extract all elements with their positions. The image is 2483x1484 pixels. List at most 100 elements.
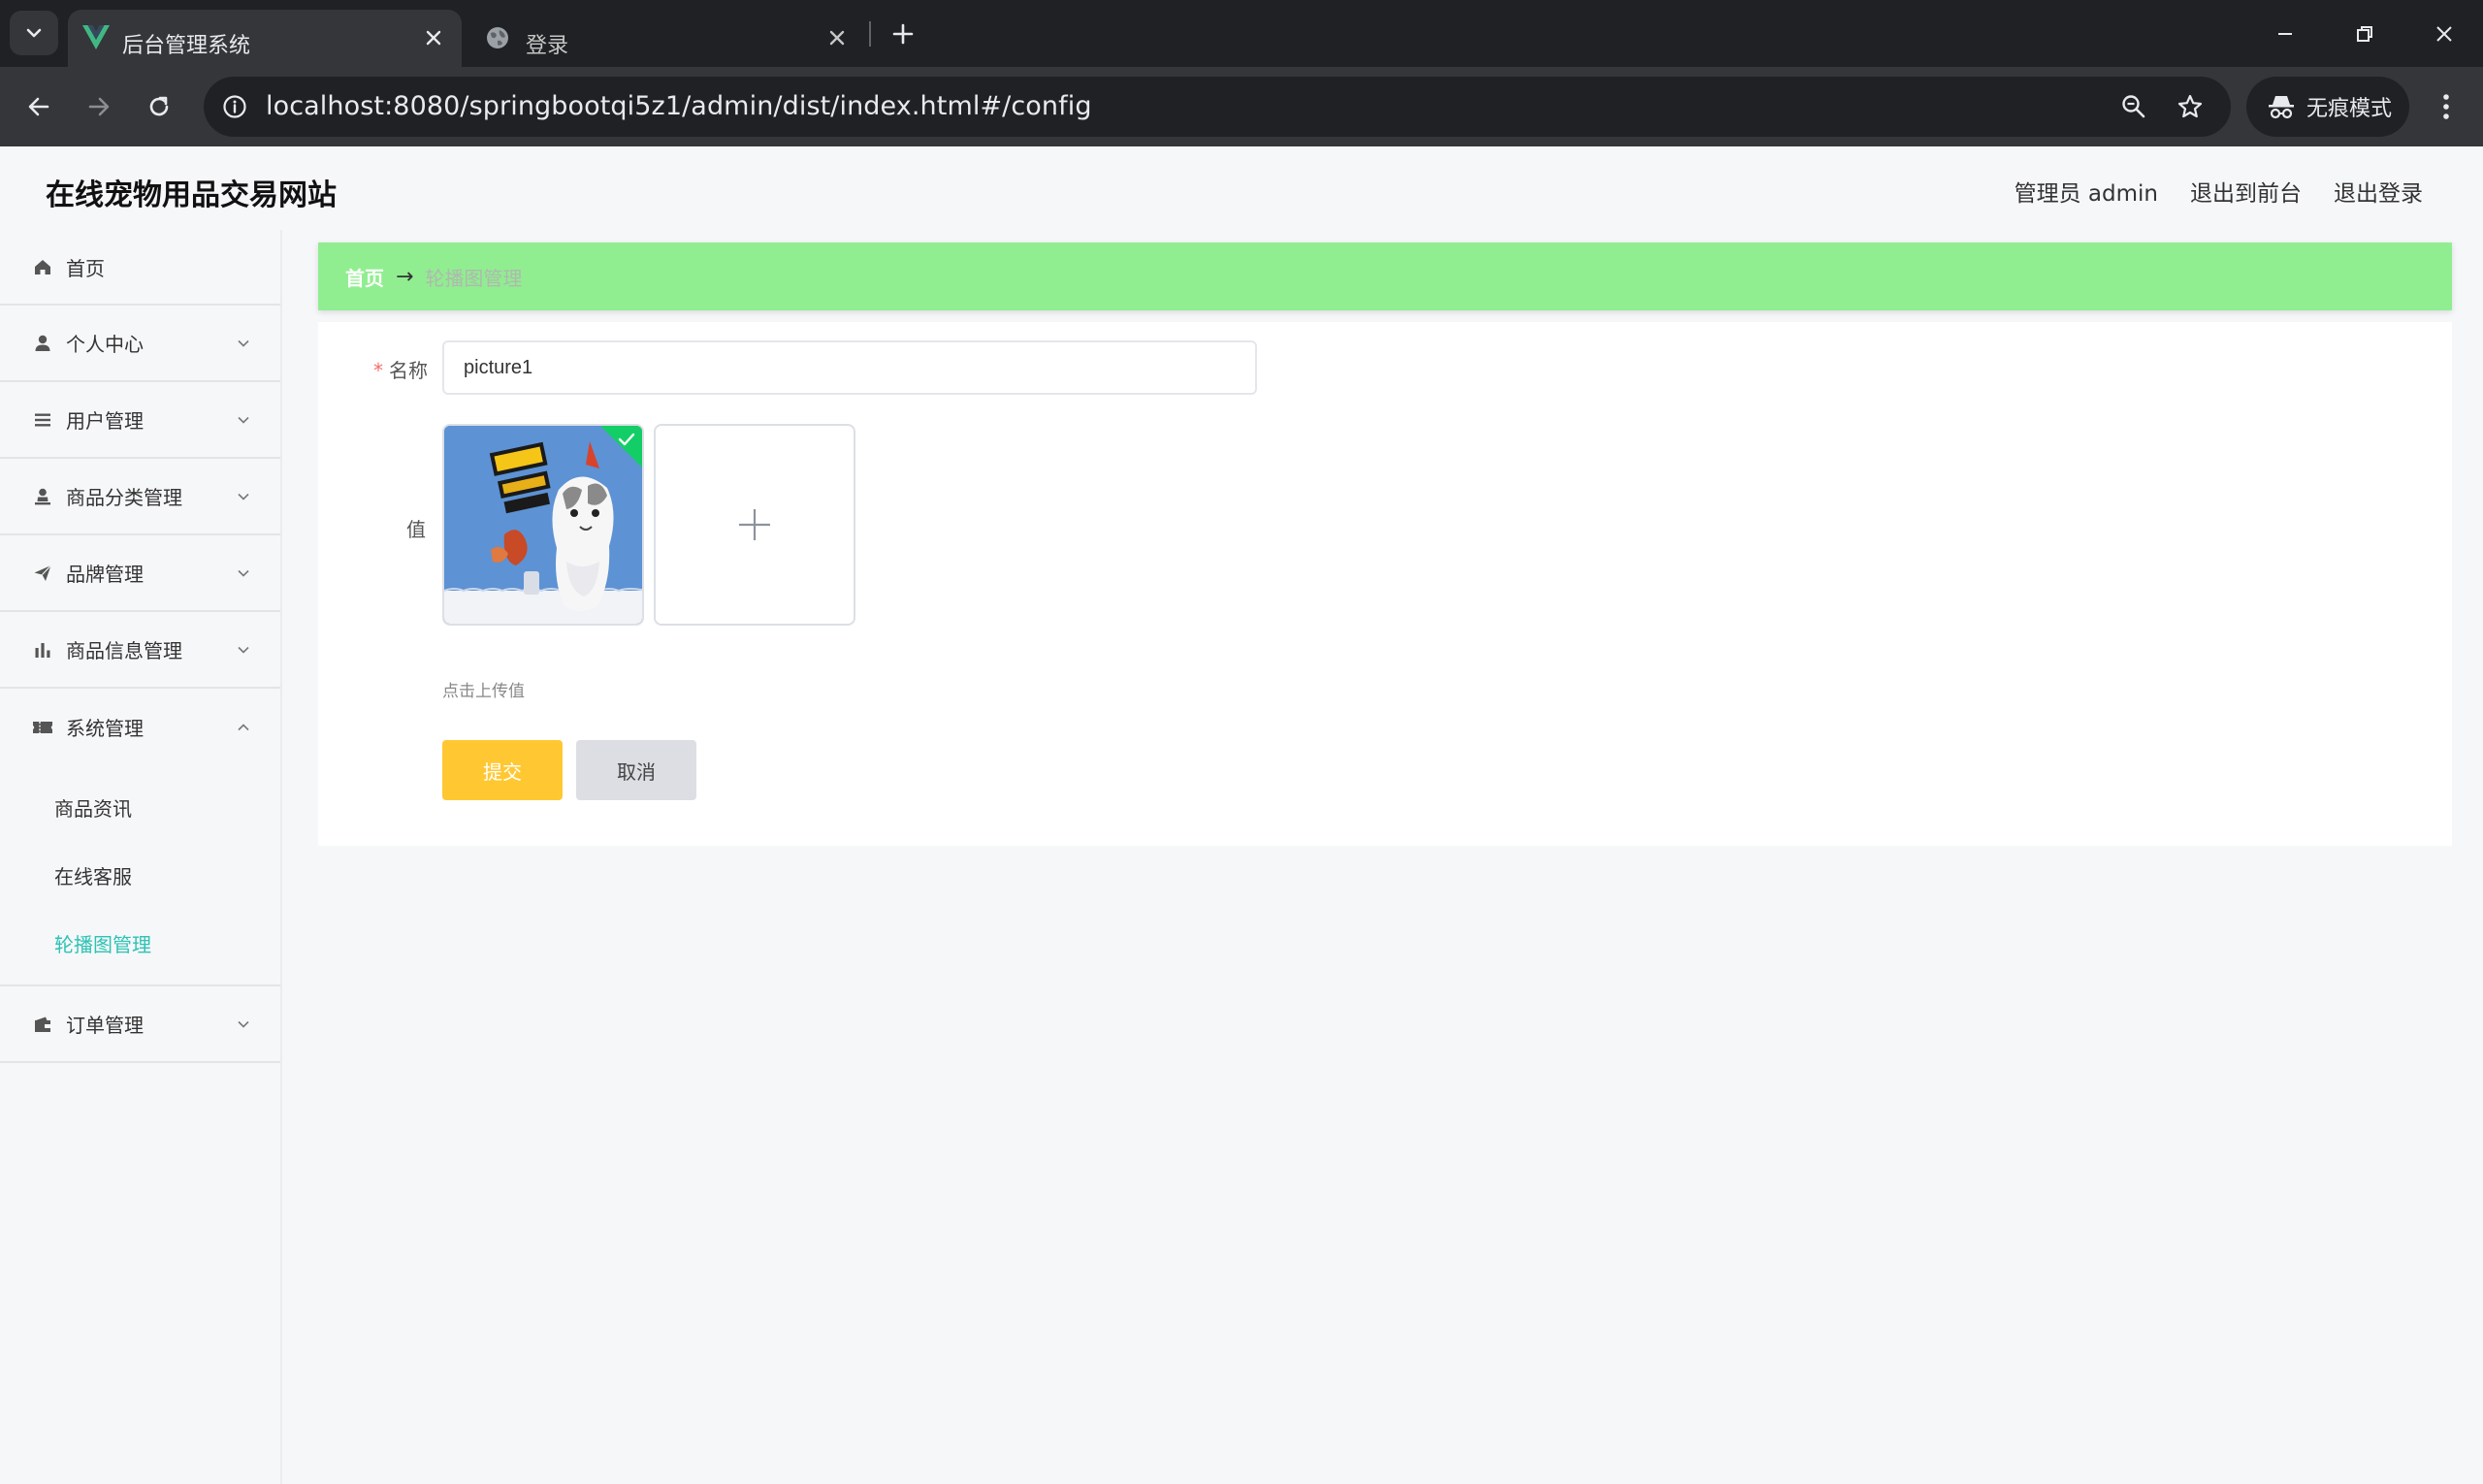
- sidebar: 首页 个人中心 用户管理 商品分类管理 品牌管理 商品信息管理 系统管理 商品资…: [0, 230, 282, 1484]
- minimize-icon: [2278, 33, 2292, 35]
- submit-button[interactable]: 提交: [442, 740, 563, 800]
- chevron-up-icon: [235, 719, 252, 736]
- address-bar[interactable]: localhost:8080/springbootqi5z1/admin/dis…: [204, 77, 2231, 137]
- site-info-button[interactable]: [217, 89, 252, 124]
- site-title: 在线宠物用品交易网站: [46, 178, 337, 212]
- tab-search-button[interactable]: [10, 11, 58, 55]
- logout-link[interactable]: 退出登录: [2334, 175, 2423, 208]
- name-input[interactable]: picture1: [442, 340, 1257, 395]
- window-close-button[interactable]: [2415, 10, 2473, 58]
- upload-tip: 点击上传值: [442, 682, 525, 701]
- sidebar-item-label: 用户管理: [66, 409, 144, 433]
- incognito-icon: [2266, 91, 2297, 122]
- tab-login[interactable]: 登录: [469, 10, 865, 67]
- breadcrumb-separator: →: [396, 264, 414, 289]
- cancel-button[interactable]: 取消: [576, 740, 696, 800]
- sidebar-item-label: 系统管理: [66, 717, 144, 740]
- zoom-button[interactable]: [2116, 89, 2151, 124]
- tab-admin-system[interactable]: 后台管理系统: [68, 10, 462, 67]
- chevron-down-icon: [235, 335, 252, 352]
- star-icon: [2177, 94, 2203, 118]
- header-links: 管理员 admin 退出到前台 退出登录: [2015, 175, 2423, 208]
- sidebar-item-label: 品牌管理: [66, 563, 144, 586]
- tab-title: 登录: [526, 34, 569, 58]
- reload-icon: [149, 96, 169, 116]
- sidebar-item-label: 商品分类管理: [66, 486, 182, 509]
- browser-toolbar: localhost:8080/springbootqi5z1/admin/dis…: [0, 67, 2483, 146]
- new-tab-button[interactable]: [885, 16, 921, 52]
- name-field-label: * 名称: [373, 355, 428, 383]
- sidebar-item-product-info-management[interactable]: 商品信息管理: [0, 612, 280, 689]
- sidebar-subitem-carousel-management[interactable]: 轮播图管理: [0, 909, 280, 977]
- sidebar-subitem-product-news[interactable]: 商品资讯: [0, 773, 280, 841]
- chevron-down-icon: [235, 641, 252, 659]
- bar-chart-icon: [32, 639, 53, 661]
- home-icon: [32, 256, 53, 277]
- upload-add-button[interactable]: [654, 424, 855, 626]
- restore-icon: [2357, 26, 2372, 42]
- sidebar-subitem-label: 轮播图管理: [54, 932, 151, 956]
- sidebar-item-category-management[interactable]: 商品分类管理: [0, 459, 280, 535]
- close-icon: [426, 30, 441, 46]
- breadcrumb: 首页 → 轮播图管理: [318, 242, 2452, 310]
- sidebar-item-home[interactable]: 首页: [0, 230, 280, 306]
- sidebar-item-order-management[interactable]: 订单管理: [0, 986, 280, 1063]
- admin-user-label: 管理员 admin: [2014, 181, 2158, 207]
- sidebar-item-label: 个人中心: [66, 333, 144, 356]
- chevron-down-icon: [235, 1016, 252, 1033]
- person-icon: [32, 486, 53, 507]
- restore-button[interactable]: [2336, 10, 2394, 58]
- tab-separator: [869, 21, 871, 47]
- chevron-down-icon: [235, 488, 252, 505]
- sidebar-subitem-label: 在线客服: [54, 864, 132, 888]
- sidebar-item-system-management[interactable]: 系统管理: [0, 689, 280, 765]
- uploaded-image-thumbnail[interactable]: [442, 424, 644, 626]
- back-to-front-link[interactable]: 退出到前台: [2190, 175, 2302, 208]
- system-submenu: 商品资讯 在线客服 轮播图管理: [0, 765, 280, 986]
- close-icon: [2436, 26, 2452, 42]
- value-field-label: 值: [406, 518, 426, 541]
- ticket-icon: [32, 717, 53, 738]
- wallet-icon: [32, 1014, 53, 1035]
- plus-icon: [892, 23, 914, 45]
- chevron-down-icon: [235, 411, 252, 429]
- list-icon: [32, 409, 53, 431]
- user-icon: [32, 333, 53, 354]
- sidebar-item-label: 商品信息管理: [66, 639, 182, 662]
- sidebar-item-personal-center[interactable]: 个人中心: [0, 306, 280, 382]
- zoom-icon: [2122, 95, 2145, 118]
- name-label-text: 名称: [389, 359, 428, 382]
- arrow-right-icon: [88, 97, 110, 116]
- sidebar-subitem-online-service[interactable]: 在线客服: [0, 841, 280, 909]
- reload-button[interactable]: [138, 85, 180, 128]
- url-host: localhost: [266, 91, 385, 121]
- globe-icon: [483, 23, 512, 52]
- bookmark-button[interactable]: [2173, 89, 2208, 124]
- forward-button[interactable]: [78, 85, 120, 128]
- sidebar-item-label: 订单管理: [66, 1014, 144, 1037]
- tab-title: 后台管理系统: [122, 34, 251, 58]
- sidebar-subitem-label: 商品资讯: [54, 796, 132, 821]
- vue-logo-icon: [81, 23, 111, 52]
- url-path: :8080/springbootqi5z1/admin/dist/index.h…: [384, 91, 1092, 121]
- close-icon: [829, 30, 845, 46]
- back-button[interactable]: [17, 85, 60, 128]
- browser-menu-button[interactable]: [2427, 85, 2466, 128]
- check-icon: [618, 433, 635, 446]
- chevron-down-icon: [26, 28, 42, 38]
- incognito-indicator[interactable]: 无痕模式: [2246, 77, 2409, 137]
- carousel-image: [444, 426, 642, 624]
- required-mark: *: [373, 359, 383, 382]
- sidebar-item-user-management[interactable]: 用户管理: [0, 382, 280, 459]
- breadcrumb-home[interactable]: 首页: [345, 263, 384, 291]
- breadcrumb-current: 轮播图管理: [425, 266, 523, 290]
- sidebar-item-brand-management[interactable]: 品牌管理: [0, 535, 280, 612]
- tab-close-button[interactable]: [419, 23, 448, 52]
- chevron-down-icon: [235, 565, 252, 582]
- minimize-button[interactable]: [2256, 10, 2314, 58]
- tab-close-button[interactable]: [822, 23, 852, 52]
- incognito-label: 无痕模式: [2306, 97, 2393, 121]
- plus-icon: [739, 509, 770, 540]
- browser-tab-bar: 后台管理系统 登录: [0, 0, 2483, 67]
- app-header: 在线宠物用品交易网站 管理员 admin 退出到前台 退出登录: [0, 146, 2483, 230]
